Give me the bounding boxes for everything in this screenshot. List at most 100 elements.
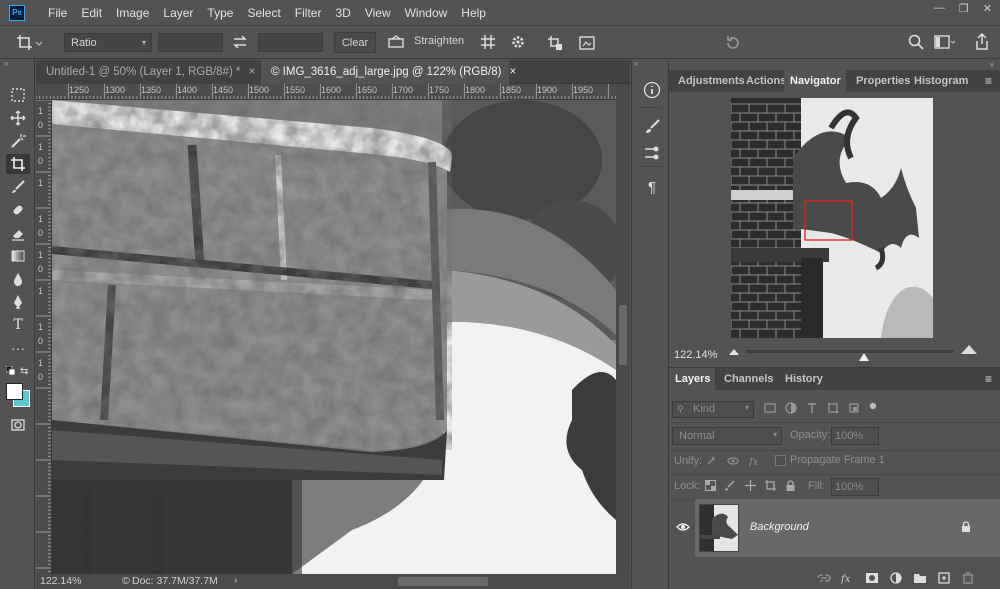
menu-filter[interactable]: Filter: [288, 6, 329, 20]
expand-panels-icon[interactable]: «: [634, 59, 638, 68]
info-icon[interactable]: [642, 80, 662, 100]
visibility-eye-icon[interactable]: [676, 522, 690, 535]
navigator-zoom-slider-knob[interactable]: [858, 353, 869, 365]
restore-button[interactable]: ❐: [959, 2, 969, 15]
propagate-frame-checkbox[interactable]: [775, 455, 786, 466]
collapse-toolbar-icon[interactable]: »: [4, 59, 8, 68]
horizontal-ruler[interactable]: 1250 1300 1350 1400 1450 1500 1550 1600 …: [36, 84, 616, 100]
blur-tool-icon[interactable]: [6, 269, 30, 289]
magic-wand-tool-icon[interactable]: [6, 131, 30, 151]
close-tab-icon[interactable]: ×: [248, 66, 255, 78]
unify-style-icon[interactable]: fx: [749, 455, 763, 467]
adjustment-filter-icon[interactable]: [785, 402, 797, 414]
layer-name[interactable]: Background: [750, 521, 809, 533]
navigator-zoom-slider[interactable]: [746, 350, 953, 353]
vertical-scrollbar-thumb[interactable]: [619, 305, 627, 365]
menu-edit[interactable]: Edit: [74, 6, 109, 20]
menu-window[interactable]: Window: [398, 6, 455, 20]
more-tools-icon[interactable]: ···: [6, 338, 30, 358]
delete-layer-icon[interactable]: [961, 572, 975, 584]
ratio-width-input[interactable]: [158, 33, 223, 52]
brush-tool-icon[interactable]: [6, 177, 30, 197]
content-aware-icon[interactable]: [578, 34, 596, 55]
workspace-icon[interactable]: [934, 34, 956, 53]
navigator-preview[interactable]: [731, 98, 933, 338]
new-group-icon[interactable]: [913, 572, 927, 584]
ratio-select[interactable]: Ratio ▾: [64, 33, 152, 52]
foreground-color-swatch[interactable]: [6, 383, 23, 400]
quick-mask-icon[interactable]: [6, 415, 30, 435]
close-tab-icon[interactable]: ×: [509, 66, 516, 78]
layer-filter-kind[interactable]: ⚲ Kind ▾: [672, 401, 754, 418]
menu-view[interactable]: View: [358, 6, 398, 20]
straighten-icon[interactable]: [388, 35, 404, 52]
tab-history[interactable]: History: [779, 368, 829, 390]
smart-object-filter-icon[interactable]: [848, 402, 860, 414]
ratio-height-input[interactable]: [258, 33, 323, 52]
lock-position-icon[interactable]: [745, 480, 756, 491]
image-canvas[interactable]: [52, 100, 616, 574]
minimize-button[interactable]: —: [934, 2, 945, 15]
delete-cropped-pixels-icon[interactable]: [546, 34, 564, 55]
tab-adjustments[interactable]: Adjustments: [672, 70, 751, 92]
move-tool-icon[interactable]: [6, 108, 30, 128]
clear-button[interactable]: Clear: [334, 32, 376, 53]
type-filter-icon[interactable]: [806, 402, 818, 414]
zoom-in-icon[interactable]: [961, 345, 977, 358]
tab-layers[interactable]: Layers: [669, 368, 715, 390]
gear-icon[interactable]: [510, 34, 526, 53]
menu-help[interactable]: Help: [454, 6, 493, 20]
search-icon[interactable]: [908, 34, 924, 53]
panel-menu-icon[interactable]: ≡: [985, 74, 992, 88]
unify-visibility-icon[interactable]: [727, 455, 741, 467]
new-layer-icon[interactable]: [937, 572, 951, 584]
lock-transparent-icon[interactable]: [705, 480, 716, 491]
pen-tool-icon[interactable]: [6, 292, 30, 312]
swap-colors-icon[interactable]: ⇆: [20, 366, 28, 377]
crop-tool-preset-icon[interactable]: [16, 34, 43, 55]
paragraph-icon[interactable]: ¶: [642, 177, 662, 197]
menu-layer[interactable]: Layer: [156, 6, 200, 20]
photoshop-logo[interactable]: Ps: [9, 4, 25, 21]
layer-row-background[interactable]: Background: [695, 499, 1000, 557]
tab-properties[interactable]: Properties: [850, 70, 916, 92]
menu-select[interactable]: Select: [240, 6, 287, 20]
menu-3d[interactable]: 3D: [328, 6, 357, 20]
grid-overlay-icon[interactable]: [480, 34, 496, 53]
layer-style-icon[interactable]: fx: [841, 572, 855, 584]
gradient-tool-icon[interactable]: [6, 246, 30, 266]
filter-toggle-icon[interactable]: [869, 402, 877, 410]
panel-menu-icon[interactable]: ≡: [985, 372, 992, 386]
vertical-ruler[interactable]: 1 0 1 0 1 1 0 1 0 1 1 0 1 0: [36, 100, 52, 574]
collapse-panel-icon[interactable]: »: [990, 60, 994, 69]
crop-tool-icon[interactable]: [6, 154, 30, 174]
eraser-tool-icon[interactable]: [6, 223, 30, 243]
menu-file[interactable]: File: [41, 6, 74, 20]
share-icon[interactable]: [974, 32, 990, 54]
navigator-zoom-value[interactable]: 122.14%: [674, 349, 717, 361]
swap-icon[interactable]: [232, 35, 248, 52]
type-tool-icon[interactable]: T: [6, 315, 30, 335]
straighten-label[interactable]: Straighten: [414, 35, 464, 47]
horizontal-scrollbar-thumb[interactable]: [398, 577, 488, 586]
fill-input[interactable]: 100%: [831, 478, 879, 496]
tab-img-3616[interactable]: © IMG_3616_adj_large.jpg @ 122% (RGB/8) …: [261, 60, 516, 84]
unify-position-icon[interactable]: [705, 455, 719, 467]
blend-mode-select[interactable]: Normal ▾: [672, 427, 782, 445]
opacity-input[interactable]: 100%: [831, 427, 879, 445]
lock-artboard-icon[interactable]: [765, 480, 776, 491]
brush-settings-icon[interactable]: [642, 117, 662, 137]
tab-navigator[interactable]: Navigator: [784, 70, 846, 92]
tab-channels[interactable]: Channels: [718, 368, 780, 390]
healing-brush-tool-icon[interactable]: [6, 200, 30, 220]
reset-icon[interactable]: [724, 34, 742, 55]
brush-presets-icon[interactable]: [642, 143, 662, 163]
tab-histogram[interactable]: Histogram: [908, 70, 974, 92]
menu-image[interactable]: Image: [109, 6, 156, 20]
add-mask-icon[interactable]: [865, 572, 879, 584]
default-colors-icon[interactable]: [5, 365, 16, 376]
marquee-tool-icon[interactable]: [6, 85, 30, 105]
tab-untitled-1[interactable]: Untitled-1 @ 50% (Layer 1, RGB/8#) * ×: [36, 60, 260, 84]
menu-type[interactable]: Type: [200, 6, 240, 20]
pixel-filter-icon[interactable]: [764, 402, 776, 414]
